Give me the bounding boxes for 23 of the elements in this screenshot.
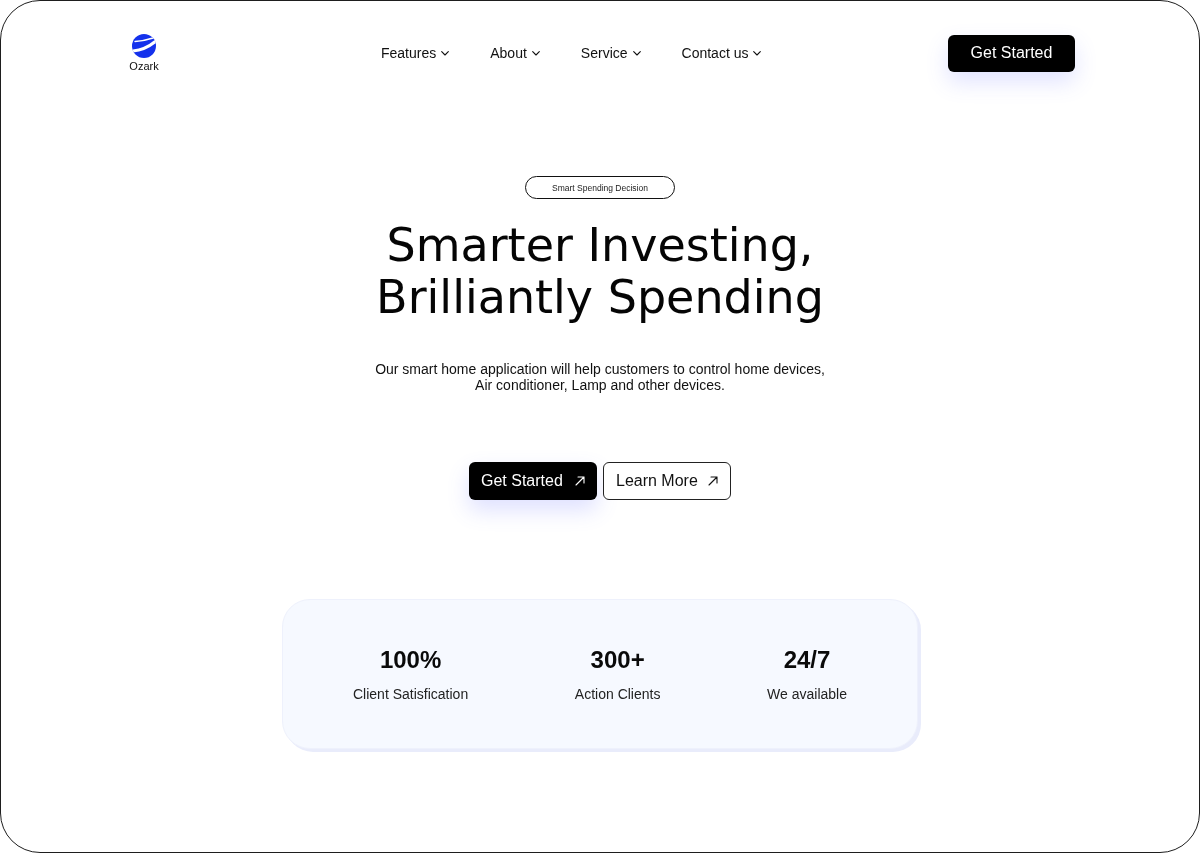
hero-heading: Smarter Investing, Brilliantly Spending: [376, 219, 824, 323]
stat-label: We available: [767, 686, 847, 702]
hero-description: Our smart home application will help customers to control home devices, Air conditioner, Lamp and other devices.: [375, 361, 825, 393]
nav-link[interactable]: Service: [580, 45, 641, 61]
nav-link[interactable]: Contact us: [681, 45, 762, 61]
arrow-up-right-icon: [708, 476, 718, 486]
nav-link[interactable]: Features: [381, 45, 450, 61]
stat-label: Client Satisfication: [353, 686, 469, 702]
logo-text: Ozark: [129, 60, 159, 73]
stat-value: 300+: [590, 646, 645, 674]
chevron-down-icon: [753, 50, 762, 56]
logo-icon: [131, 33, 157, 59]
chevron-down-icon: [441, 50, 450, 56]
get-started-button[interactable]: Get Started: [948, 34, 1075, 72]
chevron-down-icon: [531, 50, 540, 56]
get-started-button[interactable]: Get Started: [469, 462, 597, 500]
stat-value: 100%: [379, 646, 442, 674]
stat-value: 24/7: [783, 646, 831, 674]
chevron-down-icon: [632, 50, 641, 56]
arrow-up-right-icon: [575, 476, 585, 486]
stat-label: Action Clients: [574, 686, 661, 702]
learn-more-button[interactable]: Learn More: [603, 462, 731, 500]
nav-link[interactable]: About: [490, 45, 540, 61]
